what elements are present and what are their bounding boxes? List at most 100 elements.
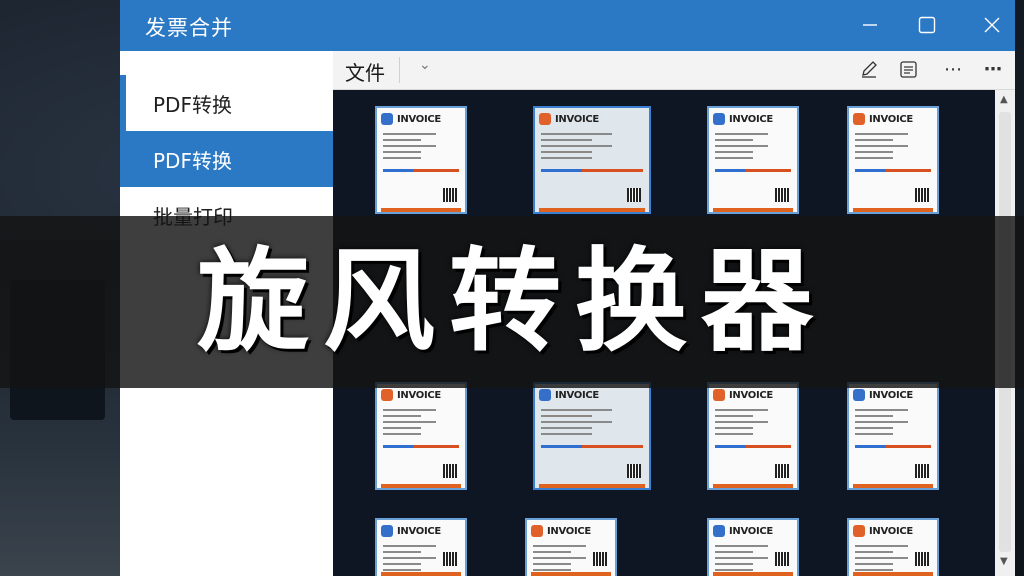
sidebar-item-label: PDF转换: [153, 92, 232, 117]
invoice-logo-icon: [531, 525, 543, 537]
invoice-line: [383, 157, 421, 159]
invoice-line: [383, 563, 421, 565]
barcode-icon: [915, 188, 929, 202]
invoice-line: [855, 563, 893, 565]
invoice-line: [533, 545, 587, 547]
invoice-line: [855, 145, 909, 147]
invoice-line: [855, 421, 909, 423]
notes-button[interactable]: [895, 55, 923, 83]
invoice-line: [533, 563, 571, 565]
invoice-line: [383, 557, 437, 559]
invoice-logo-icon: [853, 525, 865, 537]
maximize-button[interactable]: [910, 10, 944, 40]
invoice-thumbnail[interactable]: INVOICE: [847, 382, 939, 490]
invoice-line: [383, 421, 437, 423]
invoice-footer-bar: [381, 208, 461, 212]
notes-icon: [900, 61, 917, 78]
invoice-logo-icon: [539, 113, 551, 125]
minimize-button[interactable]: [853, 10, 887, 40]
invoice-color-bar: [541, 169, 643, 172]
window-title: 发票合并: [145, 16, 233, 40]
invoice-footer-bar: [853, 572, 933, 576]
sidebar-item-pdf-convert-selected[interactable]: PDF转换: [120, 131, 333, 187]
invoice-thumbnail[interactable]: INVOICE: [375, 518, 467, 576]
more-options-button[interactable]: ⋯: [939, 55, 967, 83]
invoice-thumbnail[interactable]: INVOICE: [707, 518, 799, 576]
invoice-logo-icon: [853, 389, 865, 401]
invoice-text-lines: [709, 127, 797, 165]
toolbar-divider: [399, 57, 400, 83]
invoice-thumbnail[interactable]: INVOICE: [533, 106, 651, 214]
invoice-thumbnail[interactable]: INVOICE: [525, 518, 617, 576]
invoice-line: [383, 427, 421, 429]
invoice-text-lines: [535, 403, 649, 441]
barcode-icon: [775, 188, 789, 202]
invoice-label: INVOICE: [869, 389, 913, 401]
invoice-color-bar: [855, 169, 931, 172]
invoice-color-bar: [715, 445, 791, 448]
chevron-down-icon[interactable]: ⌄: [419, 57, 431, 73]
invoice-line: [383, 551, 421, 553]
edit-button[interactable]: [855, 55, 883, 83]
sidebar-item-pdf-convert[interactable]: PDF转换: [120, 75, 333, 131]
invoice-thumbnail[interactable]: INVOICE: [707, 382, 799, 490]
invoice-thumbnail[interactable]: INVOICE: [375, 382, 467, 490]
invoice-line: [715, 409, 769, 411]
file-menu[interactable]: 文件: [345, 57, 385, 86]
close-button[interactable]: [975, 10, 1009, 40]
invoice-label: INVOICE: [729, 389, 773, 401]
invoice-logo-icon: [713, 525, 725, 537]
invoice-line: [541, 409, 613, 411]
invoice-label: INVOICE: [555, 113, 599, 125]
invoice-footer-bar: [853, 208, 933, 212]
invoice-header: INVOICE: [535, 108, 649, 127]
invoice-label: INVOICE: [729, 525, 773, 537]
invoice-color-bar: [541, 445, 643, 448]
invoice-line: [383, 433, 421, 435]
invoice-thumbnail[interactable]: INVOICE: [707, 106, 799, 214]
invoice-line: [855, 139, 893, 141]
invoice-label: INVOICE: [869, 525, 913, 537]
close-icon: [984, 17, 1000, 33]
invoice-logo-icon: [713, 113, 725, 125]
pen-icon: [862, 61, 877, 78]
invoice-line: [715, 563, 753, 565]
invoice-header: INVOICE: [849, 520, 937, 539]
invoice-label: INVOICE: [729, 113, 773, 125]
invoice-line: [383, 415, 421, 417]
barcode-icon: [915, 464, 929, 478]
barcode-icon: [443, 464, 457, 478]
invoice-header: INVOICE: [849, 108, 937, 127]
invoice-header: INVOICE: [377, 520, 465, 539]
more-options-button-2[interactable]: ⋯: [979, 55, 1007, 83]
invoice-line: [855, 427, 893, 429]
invoice-line: [715, 139, 753, 141]
invoice-thumbnail[interactable]: INVOICE: [847, 518, 939, 576]
invoice-line: [715, 151, 753, 153]
invoice-line: [855, 545, 909, 547]
invoice-logo-icon: [381, 113, 393, 125]
invoice-line: [715, 145, 769, 147]
invoice-text-lines: [709, 403, 797, 441]
invoice-line: [855, 433, 893, 435]
scroll-up-icon[interactable]: ▲: [1000, 94, 1008, 105]
invoice-footer-bar: [531, 572, 611, 576]
title-bar: 发票合并: [120, 0, 1015, 51]
invoice-thumbnail[interactable]: INVOICE: [533, 382, 651, 490]
barcode-icon: [627, 464, 641, 478]
invoice-line: [383, 139, 421, 141]
invoice-footer-bar: [539, 208, 645, 212]
invoice-thumbnail[interactable]: INVOICE: [375, 106, 467, 214]
invoice-line: [855, 415, 893, 417]
invoice-label: INVOICE: [397, 113, 441, 125]
invoice-line: [715, 133, 769, 135]
invoice-line: [533, 551, 571, 553]
invoice-thumbnail[interactable]: INVOICE: [847, 106, 939, 214]
invoice-text-lines: [377, 403, 465, 441]
invoice-line: [715, 557, 769, 559]
scroll-down-icon[interactable]: ▼: [1000, 556, 1008, 567]
invoice-label: INVOICE: [397, 525, 441, 537]
banner-title: 旋风转换器: [197, 237, 827, 367]
invoice-line: [715, 433, 753, 435]
invoice-line: [855, 409, 909, 411]
